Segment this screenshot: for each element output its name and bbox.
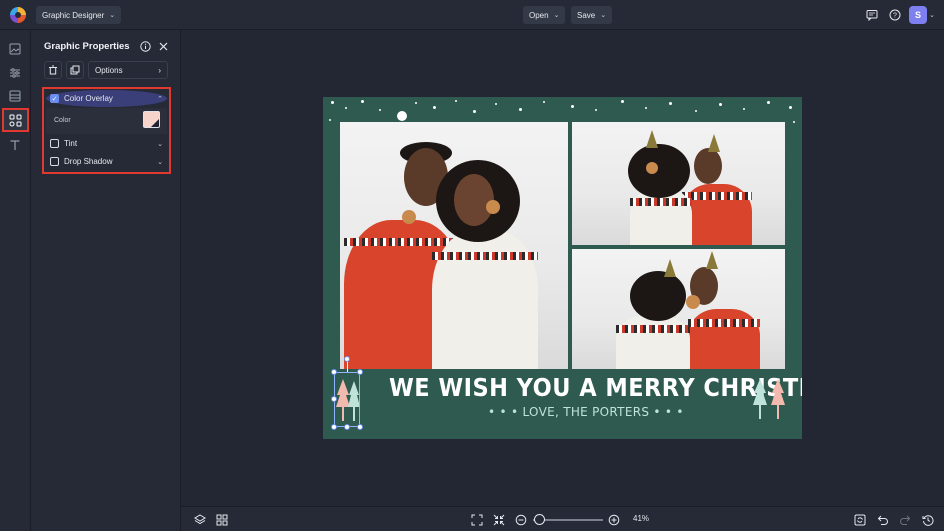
help-icon[interactable]: ? <box>887 7 903 23</box>
selection-box[interactable] <box>334 372 360 427</box>
save-button[interactable]: Save ⌄ <box>571 6 613 24</box>
adjustments-icon[interactable] <box>4 62 26 84</box>
tree-graphic-right[interactable] <box>751 377 787 423</box>
resize-handle-br[interactable] <box>357 424 363 430</box>
zoom-level: 41% <box>633 514 650 523</box>
chevron-down-icon[interactable]: ⌄ <box>157 158 163 166</box>
zoom-slider-knob[interactable] <box>534 514 545 525</box>
user-avatar[interactable]: S <box>909 6 927 24</box>
color-overlay-label: Color Overlay <box>64 94 113 103</box>
chevron-down-icon: ⌄ <box>600 12 607 19</box>
drop-shadow-label: Drop Shadow <box>64 157 113 166</box>
card-title[interactable]: WE WISH YOU A MERRY CHRISTMAS <box>389 373 802 402</box>
resize-handle-tl[interactable] <box>331 369 337 375</box>
chevron-down-icon: ⌄ <box>109 12 116 19</box>
rotate-handle[interactable] <box>344 356 350 362</box>
tint-checkbox[interactable] <box>50 139 59 148</box>
mode-label: Graphic Designer <box>42 10 105 20</box>
layers-icon[interactable] <box>191 511 208 528</box>
undo-icon[interactable] <box>874 511 891 528</box>
history-icon[interactable] <box>919 511 936 528</box>
chevron-right-icon: › <box>158 65 161 75</box>
text-icon[interactable] <box>4 134 26 156</box>
avatar-initial: S <box>914 10 921 20</box>
options-dropdown[interactable]: Options › <box>88 61 168 79</box>
top-bar: Graphic Designer ⌄ Open ⌄ Save ⌄ ? S ⌄ <box>0 0 944 30</box>
duplicate-button[interactable] <box>66 61 84 79</box>
redo-icon[interactable] <box>896 511 913 528</box>
chevron-down-icon[interactable]: ⌄ <box>157 140 163 148</box>
chevron-down-icon: ⌄ <box>553 12 560 19</box>
rotate-line <box>347 361 348 372</box>
zoom-in-icon[interactable] <box>605 511 622 528</box>
refresh-icon[interactable] <box>851 511 868 528</box>
color-overlay-checkbox[interactable]: ✓ <box>50 94 59 103</box>
layout-icon[interactable] <box>4 85 26 107</box>
color-label: Color <box>54 117 71 124</box>
trash-icon <box>49 65 57 75</box>
tool-rail <box>0 30 31 531</box>
chevron-up-icon[interactable]: ⌃ <box>157 95 163 103</box>
resize-handle-ml[interactable] <box>331 396 337 402</box>
image-icon[interactable] <box>4 38 26 60</box>
tint-label: Tint <box>64 139 78 148</box>
delete-button[interactable] <box>44 61 62 79</box>
svg-text:?: ? <box>893 13 897 20</box>
app-logo-icon[interactable] <box>10 7 26 23</box>
panel-title: Graphic Properties <box>44 41 130 52</box>
photo-bottom-right[interactable] <box>572 249 785 369</box>
drop-shadow-checkbox[interactable] <box>50 157 59 166</box>
fit-icon[interactable] <box>468 511 485 528</box>
open-button[interactable]: Open ⌄ <box>523 6 566 24</box>
info-icon[interactable] <box>139 40 151 52</box>
white-sweater <box>432 230 538 369</box>
resize-handle-tr[interactable] <box>357 369 363 375</box>
zoom-out-icon[interactable] <box>512 511 529 528</box>
photo-top-right[interactable] <box>572 122 785 245</box>
design-canvas[interactable]: WE WISH YOU A MERRY CHRISTMAS • • • LOVE… <box>323 97 802 439</box>
duplicate-icon <box>70 65 80 75</box>
mode-dropdown[interactable]: Graphic Designer ⌄ <box>36 6 122 24</box>
close-icon[interactable] <box>157 40 169 52</box>
open-label: Open <box>529 10 549 20</box>
color-overlay-row[interactable]: ✓ Color Overlay ⌃ <box>46 90 167 107</box>
resize-handle-bl[interactable] <box>331 424 337 430</box>
effects-list: ✓ Color Overlay ⌃ Color Tint ⌄ Drop Shad… <box>42 87 171 174</box>
chevron-down-icon[interactable]: ⌄ <box>927 7 937 23</box>
tint-row[interactable]: Tint ⌄ <box>46 135 167 152</box>
bottom-toolbar: 41% <box>181 506 944 531</box>
chat-icon[interactable] <box>864 7 880 23</box>
options-label: Options <box>95 65 123 75</box>
resize-handle-bm[interactable] <box>344 424 350 430</box>
shrink-icon[interactable] <box>490 511 507 528</box>
photo-main[interactable] <box>340 122 568 369</box>
graphic-properties-panel: Graphic Properties Options › ✓ Color Ove… <box>31 30 181 531</box>
save-label: Save <box>577 10 596 20</box>
graphics-icon[interactable] <box>2 108 29 132</box>
grid-icon[interactable] <box>213 511 230 528</box>
drop-shadow-row[interactable]: Drop Shadow ⌄ <box>46 153 167 170</box>
color-swatch[interactable] <box>143 111 160 128</box>
color-overlay-color-row: Color <box>46 108 167 134</box>
card-subtitle[interactable]: • • • LOVE, THE PORTERS • • • <box>488 405 684 419</box>
